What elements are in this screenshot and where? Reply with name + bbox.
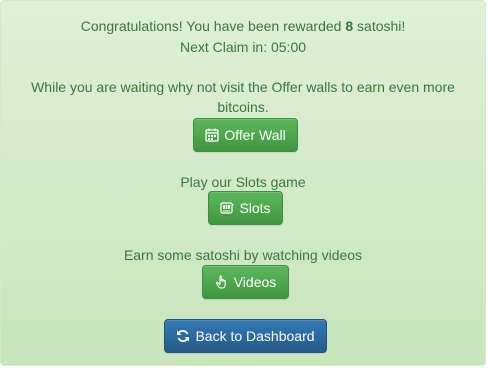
slots-button[interactable]: Slots [208, 191, 283, 225]
hand-pointer-icon [215, 275, 229, 289]
reward-amount: 8 [345, 18, 354, 34]
back-to-dashboard-button[interactable]: Back to Dashboard [164, 319, 327, 353]
congrats-prefix: Congratulations! You have been rewarded [80, 18, 346, 34]
congrats-suffix: satoshi! [353, 18, 406, 34]
offer-wall-button[interactable]: Offer Wall [193, 118, 298, 152]
videos-description: Earn some satoshi by watching videos [123, 247, 363, 263]
videos-button[interactable]: Videos [202, 265, 289, 299]
videos-button-label: Videos [233, 274, 277, 290]
back-to-dashboard-label: Back to Dashboard [195, 328, 315, 344]
congratulations-message: Congratulations! You have been rewarded … [1, 16, 485, 36]
next-claim-timer: Next Claim in: 05:00 [179, 39, 307, 55]
slots-description: Play our Slots game [180, 174, 306, 190]
reward-alert-panel: Congratulations! You have been rewarded … [0, 0, 486, 366]
slot-machine-icon [220, 201, 235, 215]
offer-wall-button-label: Offer Wall [224, 127, 286, 143]
refresh-icon [176, 329, 190, 343]
slots-button-label: Slots [239, 200, 271, 216]
offer-wall-description: While you are waiting why not visit the … [31, 79, 455, 115]
calendar-icon [205, 128, 219, 142]
